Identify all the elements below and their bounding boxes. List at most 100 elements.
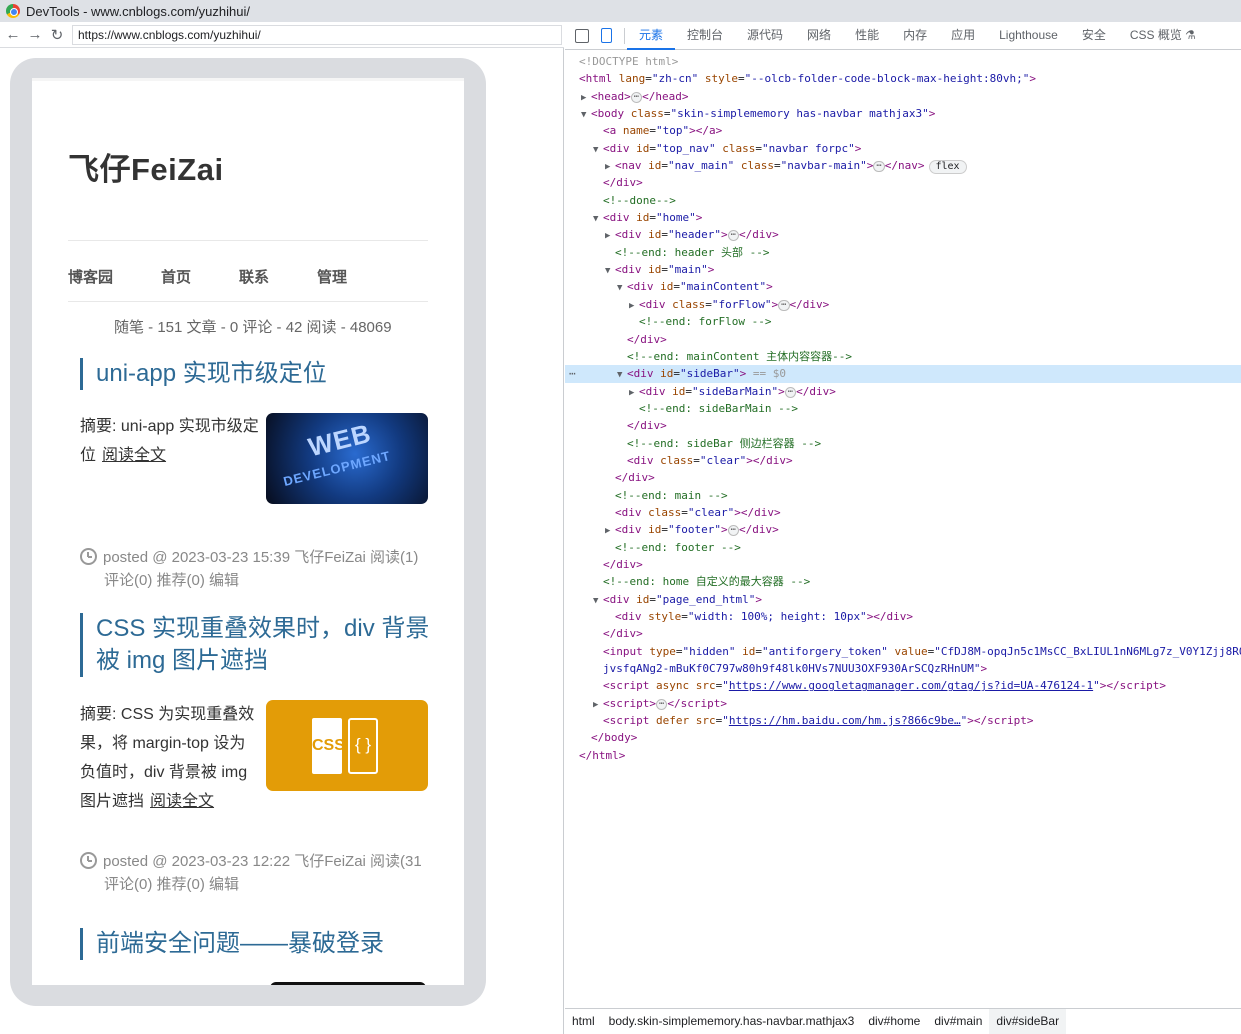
ellipsis-icon[interactable]: ⋯ — [784, 386, 797, 398]
post-meta-line[interactable]: 评论(0) 推荐(0) 编辑 — [80, 873, 422, 896]
post-thumbnail[interactable]: WEB DEVELOPMENT — [266, 413, 428, 504]
post-title[interactable]: 前端安全问题——暴破登录 — [80, 928, 440, 960]
ellipsis-icon[interactable]: ⋯ — [778, 299, 790, 311]
breadcrumb-item[interactable]: html — [565, 1009, 602, 1034]
breadcrumb-item[interactable]: div#main — [927, 1009, 989, 1034]
dom-node[interactable]: <!--end: main --> — [565, 487, 1241, 504]
dom-node[interactable]: <!--end: home 自定义的最大容器 --> — [565, 573, 1241, 590]
collapse-triangle-icon[interactable]: ▼ — [593, 593, 603, 608]
tab-lighthouse[interactable]: Lighthouse — [987, 22, 1070, 50]
post-meta-line[interactable]: 评论(0) 推荐(0) 编辑 — [80, 569, 418, 592]
more-options-icon[interactable]: ⋯ — [569, 365, 576, 382]
post-title[interactable]: CSS 实现重叠效果时，div 背景被 img 图片遮挡 — [80, 613, 440, 677]
dom-node[interactable]: </body> — [565, 729, 1241, 746]
collapse-triangle-icon[interactable]: ▼ — [617, 367, 627, 382]
expand-triangle-icon[interactable]: ▶ — [581, 90, 591, 105]
collapse-triangle-icon[interactable]: ▼ — [581, 107, 591, 122]
flex-badge[interactable]: flex — [928, 160, 967, 175]
script-src-link[interactable]: https://www.googletagmanager.com/gtag/js… — [729, 679, 1093, 692]
dom-node[interactable]: </div> — [565, 331, 1241, 348]
tab-console[interactable]: 控制台 — [675, 22, 735, 50]
nav-item-manage[interactable]: 管理 — [317, 266, 347, 287]
dom-node[interactable]: ▼ <div id="home"> — [565, 209, 1241, 226]
dom-node[interactable]: </div> — [565, 469, 1241, 486]
tab-elements[interactable]: 元素 — [627, 22, 676, 50]
collapse-triangle-icon[interactable]: ▼ — [605, 263, 615, 278]
dom-node[interactable]: <script async src="https://www.googletag… — [565, 677, 1241, 694]
expand-triangle-icon[interactable]: ▶ — [629, 298, 639, 313]
tab-network[interactable]: 网络 — [795, 22, 843, 50]
dom-node[interactable]: ▼ <div id="top_nav" class="navbar forpc"> — [565, 140, 1241, 157]
collapse-triangle-icon[interactable]: ▼ — [593, 211, 603, 226]
dom-node[interactable]: </div> — [565, 625, 1241, 642]
dom-node[interactable]: <!--end: mainContent 主体内容容器--> — [565, 348, 1241, 365]
device-toolbar-icon[interactable] — [601, 28, 612, 43]
dom-node[interactable]: ▶ <div id="sideBarMain"> ⋯ </div> — [565, 383, 1241, 400]
ellipsis-icon[interactable]: ⋯ — [727, 230, 740, 242]
dom-node[interactable]: <!--end: forFlow --> — [565, 313, 1241, 330]
dom-node[interactable]: <div class="clear"></div> — [565, 452, 1241, 469]
dom-node[interactable]: <div class="clear"></div> — [565, 504, 1241, 521]
tab-css-overview[interactable]: CSS 概览 ⚗ — [1118, 22, 1208, 50]
dom-node[interactable]: ▼ <div id="main"> — [565, 261, 1241, 278]
nav-item-cnblogs[interactable]: 博客园 — [68, 266, 113, 287]
dom-node[interactable]: <!--done--> — [565, 192, 1241, 209]
breadcrumb-item-active[interactable]: div#sideBar — [989, 1009, 1067, 1034]
expand-triangle-icon[interactable]: ▶ — [605, 159, 615, 174]
dom-node[interactable]: <!--end: sideBar 侧边栏容器 --> — [565, 435, 1241, 452]
ellipsis-icon[interactable]: ⋯ — [655, 698, 668, 710]
nav-item-contact[interactable]: 联系 — [239, 266, 269, 287]
url-input[interactable]: https://www.cnblogs.com/yuzhihui/ — [72, 25, 562, 45]
inspect-element-icon[interactable] — [575, 28, 589, 43]
dom-node[interactable]: ▶ <head> ⋯ </head> — [565, 88, 1241, 105]
tab-memory[interactable]: 内存 — [891, 22, 939, 50]
dom-node[interactable]: <script defer src="https://hm.baidu.com/… — [565, 712, 1241, 729]
expand-triangle-icon[interactable]: ▶ — [605, 523, 615, 538]
dom-node[interactable]: <!DOCTYPE html> — [565, 53, 1241, 70]
dom-node[interactable]: </html> — [565, 747, 1241, 764]
script-src-link[interactable]: https://hm.baidu.com/hm.js?866c9be… — [729, 714, 961, 727]
dom-node[interactable]: <input type="hidden" id="antiforgery_tok… — [565, 643, 1241, 660]
blog-title[interactable]: 飞仔FeiZai — [68, 144, 224, 189]
dom-node[interactable]: ▶ <div id="footer"> ⋯ </div> — [565, 521, 1241, 538]
forward-arrow-icon[interactable]: → — [26, 26, 44, 43]
post-title[interactable]: uni-app 实现市级定位 — [80, 358, 440, 390]
tab-sources[interactable]: 源代码 — [735, 22, 795, 50]
reload-icon[interactable]: ↻ — [48, 26, 66, 44]
dom-node[interactable]: ▶ <div class="forFlow"> ⋯ </div> — [565, 296, 1241, 313]
dom-node-selected[interactable]: ⋯ ▼ <div id="sideBar"> == $0 — [565, 365, 1241, 383]
back-arrow-icon[interactable]: ← — [4, 26, 22, 43]
read-more-link[interactable]: 阅读全文 — [102, 447, 166, 464]
collapse-triangle-icon[interactable]: ▼ — [617, 280, 627, 295]
ellipsis-icon[interactable]: ⋯ — [873, 161, 885, 173]
breadcrumb-item[interactable]: body.skin-simplememory.has-navbar.mathja… — [602, 1009, 862, 1034]
nav-item-home[interactable]: 首页 — [161, 266, 191, 287]
tab-application[interactable]: 应用 — [939, 22, 987, 50]
ellipsis-icon[interactable]: ⋯ — [727, 525, 740, 537]
dom-node[interactable]: ▼ <div id="page_end_html"> — [565, 591, 1241, 608]
dom-node[interactable]: </div> — [565, 556, 1241, 573]
dom-node[interactable]: <!--end: footer --> — [565, 539, 1241, 556]
expand-triangle-icon[interactable]: ▶ — [593, 697, 603, 712]
post-thumbnail[interactable] — [270, 982, 426, 985]
dom-node[interactable]: <a name="top"></a> — [565, 122, 1241, 139]
post-thumbnail[interactable]: CSS { } — [266, 700, 428, 791]
tab-performance[interactable]: 性能 — [843, 22, 891, 50]
dom-node[interactable]: <div style="width: 100%; height: 10px"><… — [565, 608, 1241, 625]
expand-triangle-icon[interactable]: ▶ — [605, 228, 615, 243]
breadcrumb-item[interactable]: div#home — [861, 1009, 927, 1034]
dom-node[interactable]: ▼ <div id="mainContent"> — [565, 278, 1241, 295]
dom-node[interactable]: ▶ <div id="header"> ⋯ </div> — [565, 226, 1241, 243]
dom-node[interactable]: <html lang="zh-cn" style="--olcb-folder-… — [565, 70, 1241, 87]
expand-triangle-icon[interactable]: ▶ — [629, 385, 639, 400]
dom-node[interactable]: </div> — [565, 174, 1241, 191]
tab-security[interactable]: 安全 — [1070, 22, 1118, 50]
dom-node[interactable]: ▼ <body class="skin-simplememory has-navb… — [565, 105, 1241, 122]
dom-node[interactable]: ▶ <nav id="nav_main" class="navbar-main">… — [565, 157, 1241, 175]
collapse-triangle-icon[interactable]: ▼ — [593, 142, 603, 157]
dom-node[interactable]: </div> — [565, 417, 1241, 434]
dom-node[interactable]: ▶ <script> ⋯ </script> — [565, 695, 1241, 712]
dom-tree[interactable]: <!DOCTYPE html> <html lang="zh-cn" style… — [565, 53, 1241, 764]
dom-node[interactable]: <!--end: sideBarMain --> — [565, 400, 1241, 417]
read-more-link[interactable]: 阅读全文 — [150, 793, 214, 810]
